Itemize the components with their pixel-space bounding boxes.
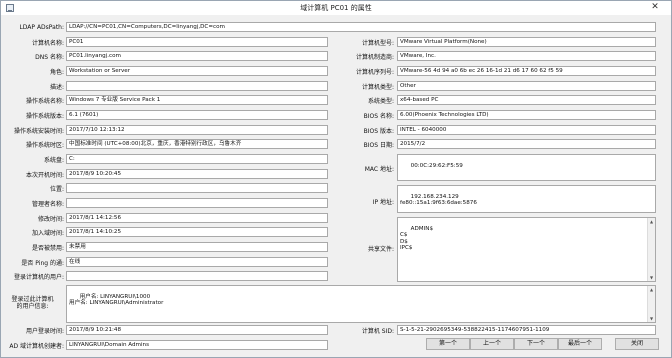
ldap-path-label: LDAP ADsPath: [19, 24, 64, 31]
description-field[interactable] [66, 81, 328, 91]
disabled-status-label: 是否被禁用: [31, 245, 64, 252]
boot-time-label: 本次开机时间: [25, 172, 64, 179]
previous-button[interactable]: 上一个 [470, 338, 514, 350]
location-label: 位置: [49, 186, 64, 193]
manufacturer-label: 计算机制造商: [355, 54, 394, 61]
ip-address-text: 192.168.234.129 fe80::15a1:9f63:6dae:587… [400, 193, 477, 207]
computer-model-field[interactable]: VMware Virtual Platform(None) [397, 37, 656, 47]
bios-name-label: BIOS 名称: [363, 113, 394, 120]
close-window-button[interactable]: ✕ [646, 2, 664, 13]
description-label: 描述: [49, 84, 64, 91]
system-type-label: 系统类型: [367, 98, 394, 105]
bios-name-field[interactable]: 6.00(Phoenix Technologies LTD) [397, 110, 656, 120]
serial-number-label: 计算机序列号: [355, 69, 394, 76]
role-label: 角色: [49, 69, 64, 76]
logged-in-user-field[interactable] [66, 271, 328, 281]
window-title: 域计算机 PC01 的属性 [300, 4, 372, 12]
ping-status-label: 是否 Ping 的通: [21, 260, 64, 267]
os-name-label: 操作系统名称: [25, 98, 64, 105]
os-install-time-label: 操作系统安装时间: [13, 128, 64, 135]
logon-history-scrollbar[interactable]: ▲ ▼ [647, 286, 655, 322]
logon-history-label-line2: 的用户信息: [16, 303, 49, 310]
shared-files-scrollbar[interactable]: ▲ ▼ [647, 218, 655, 281]
system-type-field[interactable]: x64-based PC [397, 95, 656, 105]
properties-window: 域计算机 PC01 的属性 ✕ LDAP ADsPath: LDAP://CN=… [0, 0, 672, 358]
mac-address-text: 00:0C:29:62:F5:59 [410, 162, 463, 169]
mac-address-label: MAC 地址: [364, 166, 394, 173]
close-button[interactable]: 关闭 [615, 338, 659, 350]
system-disk-field[interactable]: C: [66, 154, 328, 164]
ip-address-label: IP 地址: [372, 199, 394, 206]
user-logon-time-label: 用户登录时间: [25, 328, 64, 335]
manager-field[interactable] [66, 198, 328, 208]
computer-name-field[interactable]: PC01 [66, 37, 328, 47]
modified-time-field[interactable]: 2017/8/1 14:12:56 [66, 213, 328, 223]
os-timezone-label: 操作系统时区: [25, 142, 64, 149]
computer-type-label: 计算机类型: [361, 84, 394, 91]
os-timezone-field[interactable]: 中国标准时间 (UTC+08:00)北京，重庆，香港特别行政区，乌鲁木齐 [66, 139, 328, 149]
user-logon-time-field[interactable]: 2017/8/9 10:21:48 [66, 325, 328, 335]
os-version-label: 操作系统版本: [25, 113, 64, 120]
ad-creator-label: AD 域计算机创建者: [9, 343, 64, 350]
dns-name-label: DNS 名称: [35, 54, 64, 61]
serial-number-field[interactable]: VMware-56 4d 94 a0 6b ec 26 16-1d 21 d6 … [397, 66, 656, 76]
manufacturer-field[interactable]: VMware, Inc. [397, 51, 656, 61]
os-name-field[interactable]: Windows 7 专业版 Service Pack 1 [66, 95, 328, 105]
computer-name-label: 计算机名称: [31, 40, 64, 47]
logon-history-label-line1: 登录过此计算机 [11, 296, 54, 303]
modified-time-label: 修改时间: [37, 216, 64, 223]
ldap-path-field[interactable]: LDAP://CN=PC01,CN=Computers,DC=linyangj,… [66, 22, 656, 32]
join-domain-time-field[interactable]: 2017/8/1 14:10:25 [66, 227, 328, 237]
logon-history-label: 登录过此计算机 的用户信息: [1, 296, 64, 310]
location-field[interactable] [66, 183, 328, 193]
dns-name-field[interactable]: PC01.linyangj.com [66, 51, 328, 61]
bios-version-label: BIOS 版本: [363, 128, 394, 135]
computer-model-label: 计算机型号: [361, 40, 394, 47]
computer-sid-label: 计算机 SID: [361, 328, 394, 335]
first-button[interactable]: 第一个 [426, 338, 470, 350]
scroll-down-icon[interactable]: ▼ [648, 274, 655, 281]
logged-in-user-label: 登录计算机的用户: [13, 274, 64, 281]
role-field[interactable]: Workstation or Server [66, 66, 328, 76]
scroll-up-icon[interactable]: ▲ [648, 218, 655, 225]
mac-address-box[interactable]: 00:0C:29:62:F5:59 [397, 154, 656, 181]
bios-version-field[interactable]: INTEL - 6040000 [397, 125, 656, 135]
ip-address-box[interactable]: 192.168.234.129 fe80::15a1:9f63:6dae:587… [397, 185, 656, 213]
last-button[interactable]: 最后一个 [558, 338, 602, 350]
computer-sid-field[interactable]: S-1-5-21-2902695349-538822415-1174607951… [397, 325, 656, 335]
scroll-down-icon[interactable]: ▼ [648, 315, 655, 322]
manager-label: 管理者名称: [31, 201, 64, 208]
system-disk-label: 系统盘: [43, 157, 64, 164]
logon-history-box[interactable]: 用户名: LINYANGRUI\1000 用户名: LINYANGRUI\Adm… [66, 285, 656, 323]
computer-type-field[interactable]: Other [397, 81, 656, 91]
shared-files-text: ADMIN$ C$ D$ IPC$ [400, 225, 434, 252]
properties-panel: LDAP ADsPath: LDAP://CN=PC01,CN=Computer… [1, 16, 671, 357]
title-bar: 域计算机 PC01 的属性 ✕ [1, 1, 671, 15]
disabled-status-field[interactable]: 未禁用 [66, 242, 328, 252]
os-install-time-field[interactable]: 2017/7/10 12:13:12 [66, 125, 328, 135]
ad-creator-field[interactable]: LINYANGRUI\Domain Admins [66, 340, 328, 350]
shared-files-label: 共享文件: [367, 246, 394, 253]
shared-files-box[interactable]: ADMIN$ C$ D$ IPC$ ▲ ▼ [397, 217, 656, 282]
ping-status-field[interactable]: 在线 [66, 257, 328, 267]
boot-time-field[interactable]: 2017/8/9 10:20:45 [66, 169, 328, 179]
os-version-field[interactable]: 6.1 (7601) [66, 110, 328, 120]
logon-history-text: 用户名: LINYANGRUI\1000 用户名: LINYANGRUI\Adm… [69, 293, 164, 307]
next-button[interactable]: 下一个 [514, 338, 558, 350]
bios-date-label: BIOS 日期: [363, 142, 394, 149]
scroll-up-icon[interactable]: ▲ [648, 286, 655, 293]
join-domain-time-label: 加入域时间: [31, 230, 64, 237]
bios-date-field[interactable]: 2015/7/2 [397, 139, 656, 149]
